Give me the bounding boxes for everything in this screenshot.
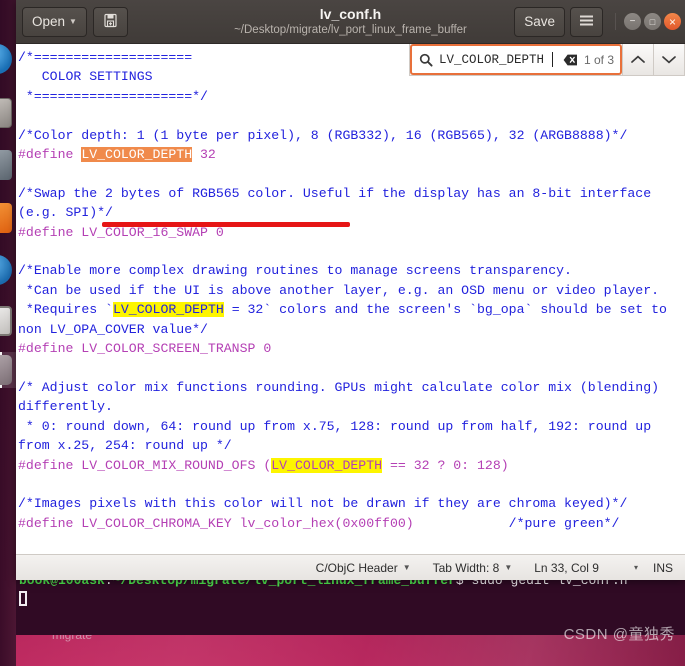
search-input[interactable]: LV_COLOR_DEPTH 1 of 3 bbox=[410, 44, 622, 75]
save-button-label: Save bbox=[524, 14, 555, 29]
search-prev-button[interactable] bbox=[622, 44, 653, 75]
terminal-cursor bbox=[19, 591, 27, 606]
language-selector-label: C/ObjC Header bbox=[315, 560, 398, 575]
terminal-cursor-line bbox=[19, 590, 682, 609]
code-text[interactable]: /*==================== COLOR SETTINGS *=… bbox=[16, 48, 685, 533]
titlebar-right-group: Save − □ × bbox=[514, 6, 681, 37]
statusbar-extra-menu[interactable]: ▾ bbox=[625, 563, 647, 572]
gedit-window: Open ▼ lv_conf.h ~/Desktop/migrate/lv_po… bbox=[16, 0, 685, 580]
cursor-position: Ln 33, Col 9 bbox=[523, 561, 625, 575]
maximize-button[interactable]: □ bbox=[644, 13, 661, 30]
hamburger-menu-icon bbox=[579, 14, 594, 30]
launcher-icon-terminal[interactable] bbox=[0, 306, 12, 336]
chevron-down-icon: ▾ bbox=[633, 563, 638, 572]
search-bar: LV_COLOR_DEPTH 1 of 3 bbox=[409, 44, 685, 76]
clear-search-icon[interactable] bbox=[563, 53, 578, 66]
tab-width-selector[interactable]: Tab Width: 8 ▼ bbox=[422, 561, 524, 575]
insert-mode-label: INS bbox=[652, 560, 673, 575]
new-document-icon bbox=[103, 13, 118, 31]
new-document-button[interactable] bbox=[92, 6, 128, 37]
cursor-position-label: Ln 33, Col 9 bbox=[534, 560, 599, 575]
open-button-label: Open bbox=[32, 14, 66, 29]
minimize-icon: − bbox=[629, 16, 636, 27]
gedit-titlebar: Open ▼ lv_conf.h ~/Desktop/migrate/lv_po… bbox=[16, 0, 685, 44]
chevron-down-icon: ▼ bbox=[402, 563, 411, 572]
hamburger-menu-button[interactable] bbox=[570, 6, 603, 37]
tab-width-label: Tab Width: 8 bbox=[432, 560, 500, 575]
minimize-button[interactable]: − bbox=[624, 13, 641, 30]
unity-launcher[interactable] bbox=[0, 0, 16, 666]
launcher-icon-help[interactable] bbox=[0, 255, 12, 285]
chevron-up-icon bbox=[631, 55, 645, 63]
close-icon: × bbox=[668, 14, 676, 29]
insert-mode-indicator: INS bbox=[647, 561, 675, 575]
launcher-icon-files[interactable] bbox=[0, 98, 12, 128]
code-editor-area[interactable]: /*==================== COLOR SETTINGS *=… bbox=[16, 44, 685, 554]
window-controls: − □ × bbox=[615, 13, 681, 30]
search-match-current: LV_COLOR_DEPTH bbox=[81, 147, 193, 163]
gedit-statusbar: C/ObjC Header ▼ Tab Width: 8 ▼ Ln 33, Co… bbox=[16, 554, 685, 580]
language-selector[interactable]: C/ObjC Header ▼ bbox=[305, 561, 422, 575]
close-button[interactable]: × bbox=[664, 13, 681, 30]
open-button[interactable]: Open ▼ bbox=[22, 6, 87, 37]
maximize-icon: □ bbox=[649, 16, 656, 27]
launcher-icon-software-center[interactable] bbox=[0, 150, 12, 180]
watermark: CSDN @童独秀 bbox=[563, 626, 675, 643]
search-match: LV_COLOR_DEPTH bbox=[112, 302, 224, 318]
chevron-down-icon: ▼ bbox=[69, 16, 77, 26]
launcher-icon-libreoffice-writer[interactable] bbox=[0, 203, 12, 233]
search-input-value[interactable]: LV_COLOR_DEPTH bbox=[439, 53, 546, 67]
launcher-icon-gedit[interactable] bbox=[0, 355, 12, 385]
chevron-down-icon bbox=[662, 56, 676, 64]
search-icon bbox=[419, 53, 433, 67]
search-match-count: 1 of 3 bbox=[583, 52, 614, 67]
text-cursor bbox=[551, 52, 553, 67]
chevron-down-icon: ▼ bbox=[504, 563, 513, 572]
launcher-icon-firefox[interactable] bbox=[0, 44, 12, 74]
red-underline-annotation bbox=[102, 222, 350, 227]
search-match: LV_COLOR_DEPTH bbox=[271, 457, 383, 473]
save-button[interactable]: Save bbox=[514, 6, 565, 37]
search-next-button[interactable] bbox=[653, 44, 684, 75]
